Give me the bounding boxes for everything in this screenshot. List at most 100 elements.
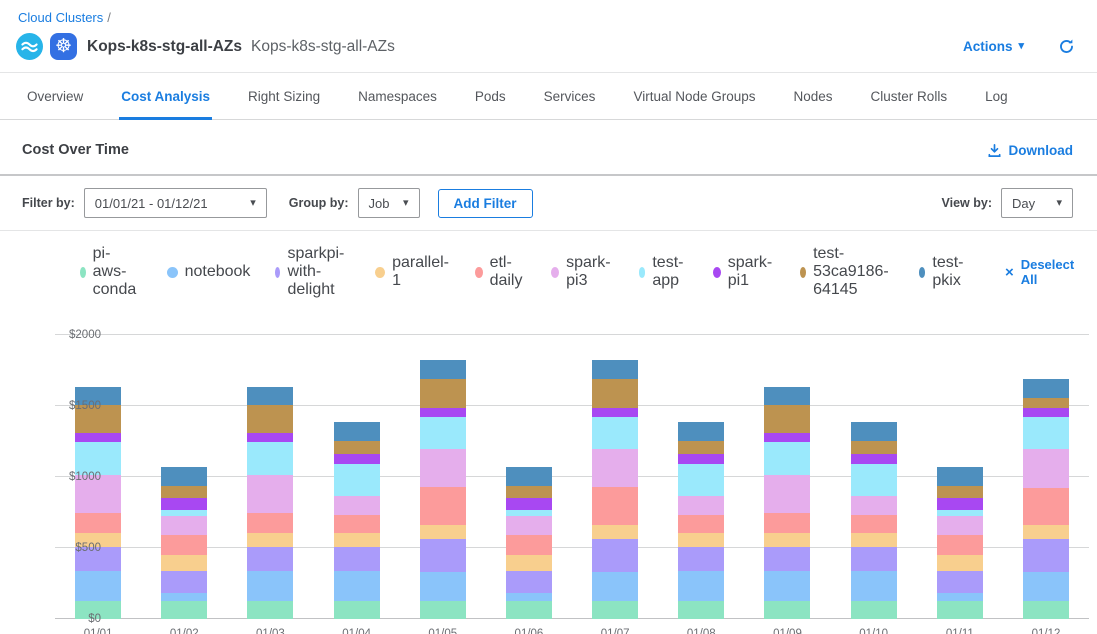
bar-segment-test-pkix[interactable]	[161, 467, 207, 485]
bar-segment-etl-daily[interactable]	[851, 515, 897, 533]
bar-segment-parallel-1[interactable]	[851, 533, 897, 547]
bar-segment-test-app[interactable]	[851, 464, 897, 497]
legend-item-test-app[interactable]: test-app	[639, 254, 688, 290]
bar-segment-spark-pi3[interactable]	[592, 449, 638, 487]
bar-segment-pi-aws-conda[interactable]	[247, 601, 293, 619]
bar-segment-pi-aws-conda[interactable]	[851, 601, 897, 619]
bar-segment-notebook[interactable]	[334, 571, 380, 601]
bar-segment-etl-daily[interactable]	[678, 515, 724, 533]
bar-segment-pi-aws-conda[interactable]	[937, 601, 983, 619]
breadcrumb-link-cloud-clusters[interactable]: Cloud Clusters	[18, 10, 103, 25]
bar-segment-spark-pi1[interactable]	[1023, 408, 1069, 417]
bar-segment-sparkpi-with-delight[interactable]	[420, 539, 466, 572]
bar-segment-spark-pi3[interactable]	[506, 516, 552, 534]
bar-segment-spark-pi1[interactable]	[506, 498, 552, 510]
legend-item-test-53ca9186-64145[interactable]: test-53ca9186-64145	[800, 245, 894, 299]
bar-segment-spark-pi1[interactable]	[851, 454, 897, 463]
bar-segment-sparkpi-with-delight[interactable]	[678, 547, 724, 571]
bar-segment-test-53ca9186-64145[interactable]	[506, 486, 552, 499]
bar-segment-notebook[interactable]	[678, 571, 724, 601]
bar-segment-pi-aws-conda[interactable]	[161, 601, 207, 619]
bar-segment-etl-daily[interactable]	[420, 487, 466, 525]
tab-overview[interactable]: Overview	[25, 73, 85, 120]
legend-item-sparkpi-with-delight[interactable]: sparkpi-with-delight	[275, 245, 350, 299]
bar-segment-parallel-1[interactable]	[334, 533, 380, 547]
stacked-bar-01/09[interactable]	[764, 335, 810, 619]
stacked-bar-01/05[interactable]	[420, 335, 466, 619]
bar-segment-pi-aws-conda[interactable]	[420, 601, 466, 619]
bar-segment-notebook[interactable]	[937, 593, 983, 600]
bar-segment-spark-pi3[interactable]	[1023, 449, 1069, 488]
bar-segment-sparkpi-with-delight[interactable]	[764, 547, 810, 571]
bar-segment-spark-pi1[interactable]	[334, 454, 380, 463]
bar-segment-test-pkix[interactable]	[420, 360, 466, 379]
bar-segment-pi-aws-conda[interactable]	[1023, 601, 1069, 619]
bar-segment-etl-daily[interactable]	[764, 513, 810, 533]
stacked-bar-01/06[interactable]	[506, 335, 552, 619]
bar-segment-sparkpi-with-delight[interactable]	[592, 539, 638, 572]
legend-item-pi-aws-conda[interactable]: pi-aws-conda	[80, 245, 142, 299]
legend-item-spark-pi1[interactable]: spark-pi1	[713, 254, 775, 290]
stacked-bar-01/12[interactable]	[1023, 335, 1069, 619]
bar-segment-sparkpi-with-delight[interactable]	[851, 547, 897, 571]
bar-segment-test-app[interactable]	[1023, 417, 1069, 448]
bar-segment-sparkpi-with-delight[interactable]	[1023, 539, 1069, 572]
bar-segment-test-app[interactable]	[334, 464, 380, 497]
bar-segment-test-pkix[interactable]	[506, 467, 552, 485]
tab-pods[interactable]: Pods	[473, 73, 508, 120]
bar-segment-spark-pi1[interactable]	[678, 454, 724, 463]
stacked-bar-01/08[interactable]	[678, 335, 724, 619]
stacked-bar-01/04[interactable]	[334, 335, 380, 619]
tab-services[interactable]: Services	[542, 73, 598, 120]
view-by-select[interactable]: Day ▾	[1001, 188, 1073, 218]
bar-segment-parallel-1[interactable]	[506, 555, 552, 571]
bar-segment-test-53ca9186-64145[interactable]	[678, 441, 724, 454]
bar-segment-spark-pi3[interactable]	[764, 475, 810, 513]
tab-cost-analysis[interactable]: Cost Analysis	[119, 73, 212, 120]
tab-namespaces[interactable]: Namespaces	[356, 73, 439, 120]
bar-segment-sparkpi-with-delight[interactable]	[161, 571, 207, 594]
bar-segment-spark-pi3[interactable]	[247, 475, 293, 513]
bar-segment-etl-daily[interactable]	[592, 487, 638, 525]
bar-segment-test-pkix[interactable]	[592, 360, 638, 379]
bar-segment-spark-pi3[interactable]	[851, 496, 897, 514]
date-range-select[interactable]: 01/01/21 - 01/12/21 ▾	[84, 188, 267, 218]
tab-virtual-node-groups[interactable]: Virtual Node Groups	[631, 73, 757, 120]
bar-segment-pi-aws-conda[interactable]	[764, 601, 810, 619]
bar-segment-test-app[interactable]	[592, 417, 638, 448]
actions-button[interactable]: Actions ▾	[963, 39, 1024, 54]
bar-segment-parallel-1[interactable]	[764, 533, 810, 547]
bar-segment-notebook[interactable]	[420, 572, 466, 601]
bar-segment-spark-pi1[interactable]	[592, 408, 638, 417]
bar-segment-notebook[interactable]	[75, 571, 121, 601]
tab-right-sizing[interactable]: Right Sizing	[246, 73, 322, 120]
bar-segment-etl-daily[interactable]	[1023, 488, 1069, 525]
bar-segment-test-pkix[interactable]	[851, 422, 897, 440]
bar-segment-pi-aws-conda[interactable]	[506, 601, 552, 619]
bar-segment-parallel-1[interactable]	[247, 533, 293, 547]
legend-item-notebook[interactable]: notebook	[167, 263, 251, 281]
bar-segment-notebook[interactable]	[592, 572, 638, 601]
bar-segment-notebook[interactable]	[247, 571, 293, 601]
bar-segment-spark-pi3[interactable]	[678, 496, 724, 514]
bar-segment-spark-pi3[interactable]	[420, 449, 466, 487]
bar-segment-pi-aws-conda[interactable]	[334, 601, 380, 619]
bar-segment-notebook[interactable]	[764, 571, 810, 601]
bar-segment-spark-pi1[interactable]	[764, 433, 810, 442]
bar-segment-etl-daily[interactable]	[75, 513, 121, 533]
bar-segment-sparkpi-with-delight[interactable]	[937, 571, 983, 594]
bar-segment-etl-daily[interactable]	[937, 535, 983, 556]
bar-segment-test-53ca9186-64145[interactable]	[592, 379, 638, 408]
bar-segment-test-53ca9186-64145[interactable]	[161, 486, 207, 499]
bar-segment-spark-pi3[interactable]	[937, 516, 983, 534]
bar-segment-test-pkix[interactable]	[937, 467, 983, 485]
download-button[interactable]: Download	[987, 143, 1074, 158]
stacked-bar-01/11[interactable]	[937, 335, 983, 619]
tab-log[interactable]: Log	[983, 73, 1010, 120]
tab-nodes[interactable]: Nodes	[792, 73, 835, 120]
bar-segment-etl-daily[interactable]	[334, 515, 380, 533]
bar-segment-spark-pi1[interactable]	[247, 433, 293, 442]
legend-item-etl-daily[interactable]: etl-daily	[475, 254, 526, 290]
bar-segment-test-pkix[interactable]	[678, 422, 724, 440]
bar-segment-sparkpi-with-delight[interactable]	[506, 571, 552, 594]
